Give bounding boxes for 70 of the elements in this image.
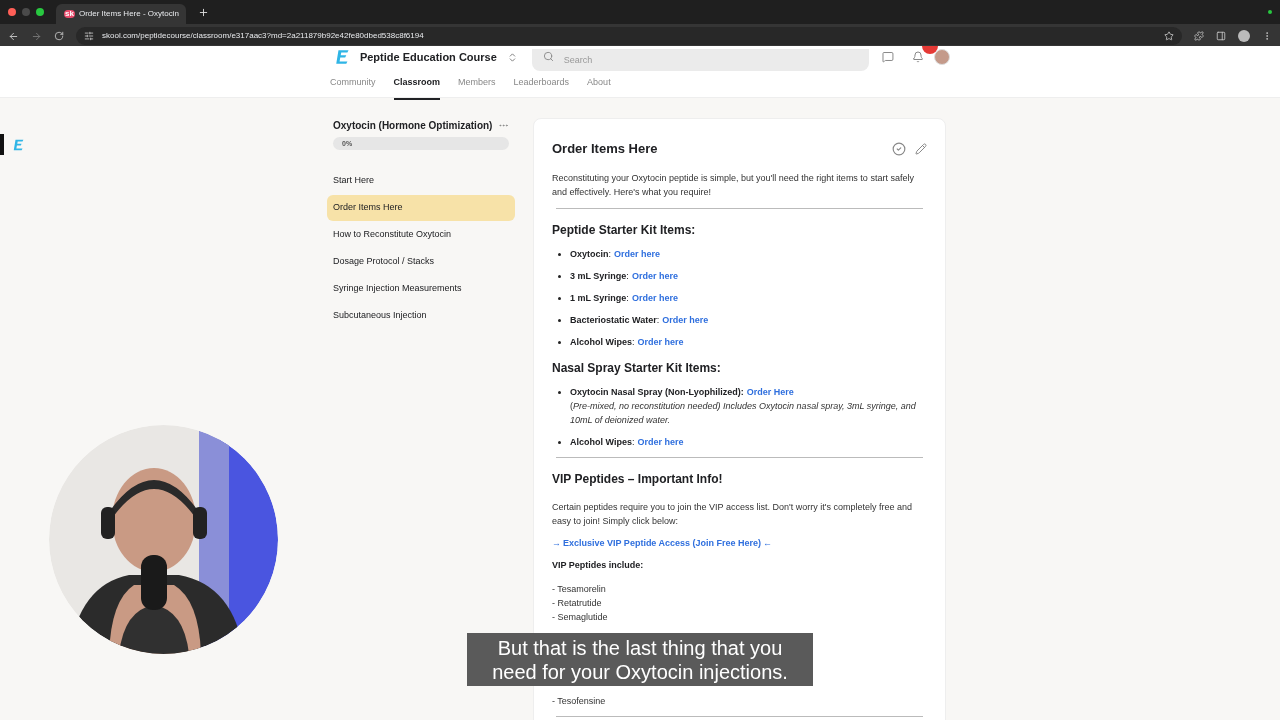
dock-handle [0,134,4,155]
item-name: Oxytocin: [570,248,612,259]
lesson-item[interactable]: Start Here [327,168,515,194]
address-bar[interactable]: skool.com/peptidecourse/classroom/e317aac3?md=2a211879b92e42fe80dbed538c8f6194 [76,27,1182,45]
search-field[interactable]: Search [531,49,870,71]
section-heading: VIP Peptides – Important Info! [552,470,724,488]
new-tab-icon[interactable] [198,6,209,18]
search-icon [542,51,554,62]
section-heading: Nasal Spray Starter Kit Items: [552,359,722,377]
caption-line: But that is the last thing that you [497,635,783,660]
complete-icon[interactable] [892,141,906,156]
favicon: sk [64,10,75,18]
item-name: 3 mL Syringe: [570,270,629,281]
forward-icon[interactable] [31,30,42,42]
intro-text: Reconstituting your Oxytocin peptide is simple, but you'll need the right items to start safely and effectively. Here's what you require! [552,171,915,199]
notifications-icon[interactable] [912,51,925,63]
order-link[interactable]: Order here [631,270,678,281]
item-name: Alcohol Wipes: [570,336,635,347]
order-link[interactable]: Order here [614,248,661,259]
item-name: Oxytocin Nasal Spray (Non-Lyophilized): [570,386,744,397]
maximize-window-button[interactable] [36,8,44,16]
close-window-button[interactable] [8,8,16,16]
peptide-item: - Semaglutide [552,610,608,624]
order-link[interactable]: Order here [637,336,684,347]
course-title[interactable]: Peptide Education Course [359,48,497,66]
browser-tab[interactable]: sk Order Items Here - Oxytocin [56,4,186,24]
vip-text: Certain peptides require you to join the VIP access list. Don't worry it's completely free and easy to join! Simply click below: [552,500,913,528]
chat-icon[interactable] [882,51,895,63]
list-label: VIP Peptides include: [552,559,645,572]
side-panel-icon[interactable] [1216,31,1226,41]
lesson-item[interactable]: How to Reconstitute Oxytocin [327,222,515,248]
lesson-item[interactable]: Dosage Protocol / Stacks [327,249,515,275]
lesson-item[interactable]: Syringe Injection Measurements [327,276,515,302]
arrow-text: → [552,536,561,550]
url-text: skool.com/peptidecourse/classroom/e317aac3?md=2a211879b92e42fe80dbed538c8f6194 [102,30,424,42]
module-title: Oxytocin (Hormone Optimization) [333,119,493,133]
user-avatar[interactable] [934,49,950,65]
nav-tab[interactable]: About [587,76,611,100]
peptide-item: - Retatrutide [552,596,602,610]
back-icon[interactable] [8,30,19,42]
tab-title: Order Items Here - Oxytocin [78,8,179,20]
order-link[interactable]: Order here [662,314,709,325]
lesson-item[interactable]: Order Items Here [327,195,515,221]
logo-icon [12,138,26,152]
lesson-title: Order Items Here [552,140,658,158]
extensions-icon[interactable] [1194,31,1204,41]
caption-line: need for your Oxytocin injections. [492,659,788,684]
peptide-item: - Tesofensine [552,694,606,708]
bookmark-icon[interactable] [1164,31,1174,41]
peptide-item: - Tesamorelin [552,582,606,596]
item-name: 1 mL Syringe: [570,292,629,303]
nav-tab[interactable]: Members [458,76,496,100]
profile-avatar[interactable] [1238,30,1250,42]
lesson-item[interactable]: Subcutaneous Injection [327,303,515,329]
section-heading: Peptide Starter Kit Items: [552,221,697,239]
order-link[interactable]: Order here [631,292,678,303]
order-link[interactable]: Order Here [746,386,794,397]
notification-badge [922,46,939,54]
arrow-text: ← [763,536,773,550]
item-name: Alcohol Wipes: [570,436,635,447]
order-link[interactable]: Order here [637,436,684,447]
site-settings-icon[interactable] [84,31,94,41]
item-name: Bacteriostatic Water: [570,314,660,325]
nav-tab[interactable]: Classroom [393,76,441,100]
vip-link[interactable]: Exclusive VIP Peptide Access (Join Free Here) [563,536,762,550]
nav-tab[interactable]: Leaderboards [513,76,570,100]
nav-tab[interactable]: Community [330,76,376,100]
edit-icon[interactable] [915,142,927,155]
item-note: (Pre-mixed, no reconstitution needed) Includes Oxytocin nasal spray, 3mL syringe, and 10mL of deionized water. [570,399,917,427]
reload-icon[interactable] [54,31,64,41]
